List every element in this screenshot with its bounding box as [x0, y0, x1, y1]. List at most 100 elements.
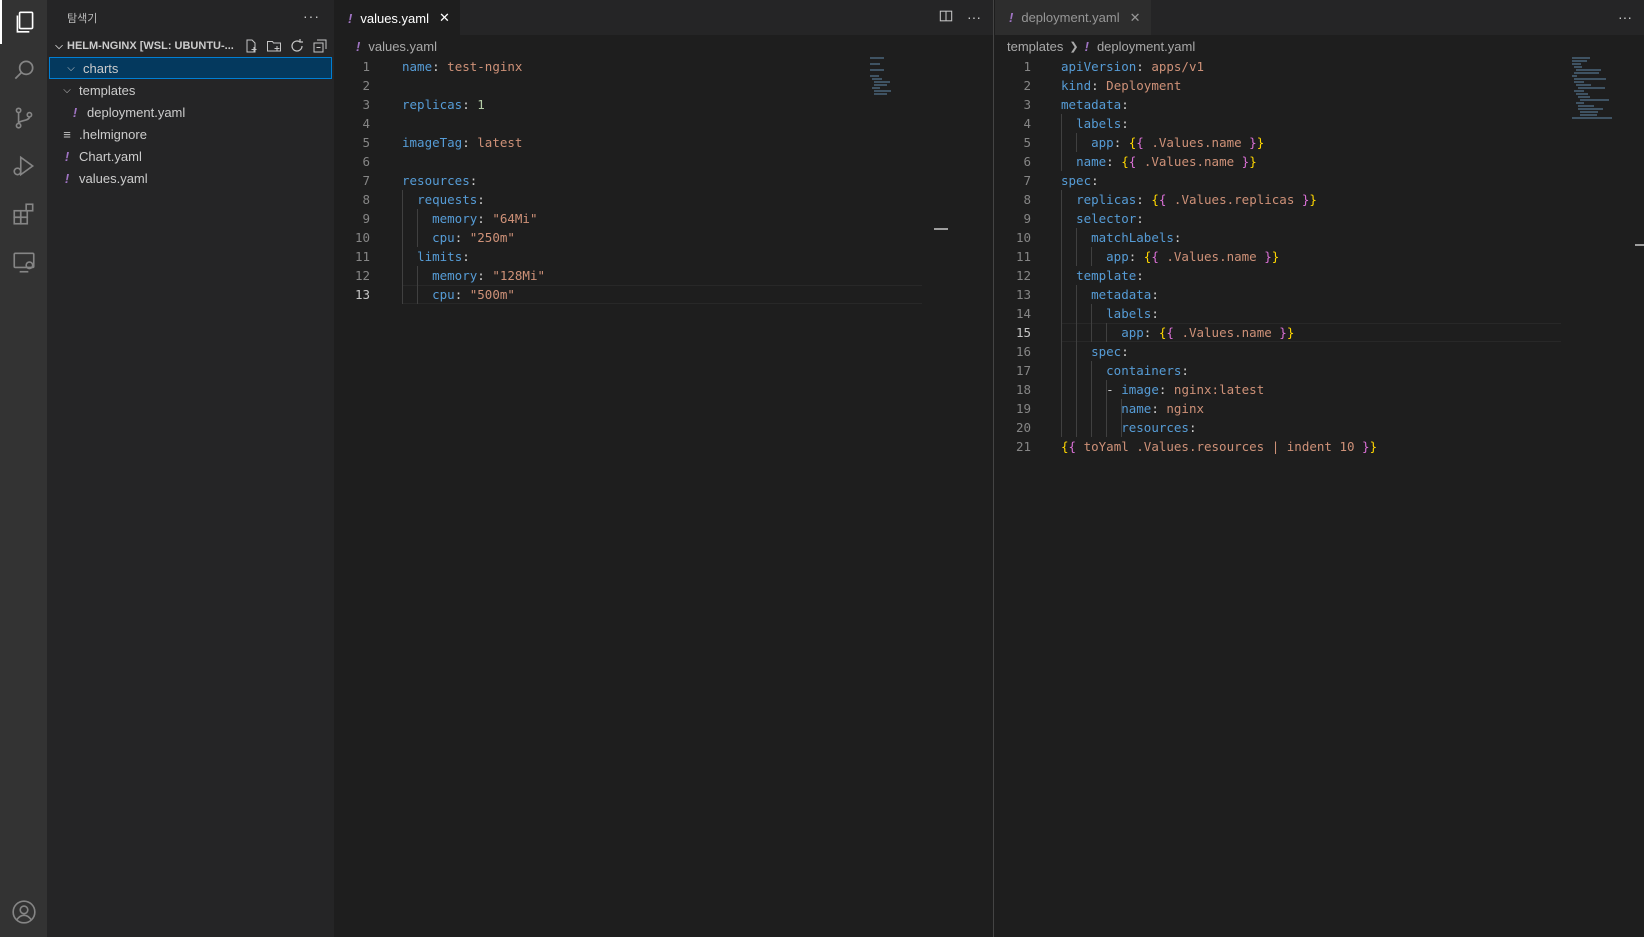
- editor-actions-left: ···: [939, 9, 981, 26]
- source-control-icon[interactable]: [0, 96, 47, 140]
- line-number: 1: [1023, 59, 1031, 74]
- tree-item[interactable]: ⌵ charts: [49, 57, 332, 79]
- close-icon[interactable]: ✕: [439, 10, 450, 26]
- scrollbar-left[interactable]: [934, 228, 948, 230]
- code-text: replicas: {{ .Values.replicas }}: [1076, 192, 1317, 207]
- more-actions-icon[interactable]: ···: [1618, 9, 1632, 25]
- tree-item[interactable]: ⌵ templates: [47, 79, 334, 101]
- indent-guide: [1121, 399, 1122, 437]
- minimap-right[interactable]: [1572, 57, 1616, 120]
- code-line: 9 memory: "64Mi": [334, 209, 993, 228]
- workspace-section-header[interactable]: ⌵ HELM-NGINX [WSL: UBUNTU-...: [47, 35, 334, 57]
- code-line: 11 app: {{ .Values.name }}: [995, 247, 1644, 266]
- close-icon[interactable]: ✕: [1130, 10, 1141, 26]
- line-number: 10: [354, 230, 370, 245]
- minimap-line: [1573, 72, 1599, 74]
- editor-group-right: ! deployment.yaml ✕ ··· templates ❯ ! de…: [995, 0, 1644, 937]
- editor-actions-right: ···: [1618, 9, 1632, 25]
- line-number: 5: [1023, 135, 1031, 150]
- code-editor-left[interactable]: 1 name: test-nginx 2 3 replicas: 1 4 5 imageTag…: [334, 57, 993, 304]
- minimap-line: [1575, 93, 1589, 95]
- minimap-line: [1577, 87, 1606, 89]
- indent-guide: [1076, 133, 1077, 152]
- tree-item[interactable]: ≡ .helmignore: [47, 123, 334, 145]
- workspace-title: HELM-NGINX [WSL: UBUNTU-...: [67, 40, 234, 52]
- explorer-title: 탐색기: [67, 12, 98, 25]
- refresh-icon[interactable]: [288, 37, 305, 54]
- section-actions: [242, 37, 328, 54]
- tree-item[interactable]: ! deployment.yaml: [47, 101, 334, 123]
- code-line: 6 name: {{ .Values.name }}: [995, 152, 1644, 171]
- tab-bar-right: ! deployment.yaml ✕ ···: [995, 0, 1644, 35]
- line-number: 11: [354, 249, 370, 264]
- search-icon[interactable]: [0, 48, 47, 92]
- indent-guide: [417, 209, 418, 247]
- scrollbar-right[interactable]: [1635, 244, 1644, 246]
- code-editor-right[interactable]: 1 apiVersion: apps/v1 2 kind: Deployment 3 me…: [995, 57, 1644, 456]
- line-number: 16: [1015, 344, 1031, 359]
- line-number: 19: [1015, 401, 1031, 416]
- indent-guide: [417, 266, 418, 304]
- explorer-icon[interactable]: [0, 0, 47, 44]
- yaml-file-icon: !: [356, 38, 361, 54]
- indent-guide: [1091, 361, 1092, 437]
- code-line: 14 labels:: [995, 304, 1644, 323]
- line-number: 14: [1015, 306, 1031, 321]
- tree-item[interactable]: ! Chart.yaml: [47, 145, 334, 167]
- extensions-icon[interactable]: [0, 192, 47, 236]
- tree-item[interactable]: ! values.yaml: [47, 167, 334, 189]
- breadcrumb-file[interactable]: deployment.yaml: [1097, 39, 1195, 54]
- indent-guide: [1106, 323, 1107, 342]
- tree-item-label: charts: [83, 60, 119, 76]
- more-actions-icon[interactable]: ···: [967, 9, 981, 26]
- account-icon[interactable]: [0, 890, 47, 934]
- code-line: 6: [334, 152, 993, 171]
- breadcrumb-file[interactable]: values.yaml: [368, 39, 437, 54]
- code-text: name: {{ .Values.name }}: [1076, 154, 1257, 169]
- line-number: 8: [1023, 192, 1031, 207]
- tab-label: values.yaml: [360, 10, 429, 26]
- yaml-file-icon: !: [72, 104, 78, 120]
- breadcrumb-left: ! values.yaml: [334, 35, 993, 57]
- indent-guide: [1061, 114, 1062, 171]
- chevron-down-icon: ⌵: [67, 62, 75, 74]
- code-text: apiVersion: apps/v1: [1061, 59, 1205, 74]
- code-line: 15 app: {{ .Values.name }}: [995, 323, 1644, 342]
- code-line: 19 name: nginx: [995, 399, 1644, 418]
- new-file-icon[interactable]: [242, 37, 259, 54]
- minimap-line: [1575, 69, 1602, 71]
- breadcrumb-folder[interactable]: templates: [1007, 39, 1063, 54]
- code-text: template:: [1076, 268, 1144, 283]
- code-text: resources:: [402, 173, 478, 188]
- tab-values-yaml[interactable]: ! values.yaml ✕: [334, 0, 460, 35]
- code-line: 8 replicas: {{ .Values.replicas }}: [995, 190, 1644, 209]
- line-number: 21: [1015, 439, 1031, 454]
- remote-explorer-icon[interactable]: [0, 240, 47, 284]
- code-line: 21 {{ toYaml .Values.resources | indent 1…: [995, 437, 1644, 456]
- code-text: imageTag: latest: [402, 135, 523, 150]
- tab-label: deployment.yaml: [1021, 10, 1120, 25]
- tree-item-label: templates: [79, 82, 136, 98]
- code-text: app: {{ .Values.name }}: [1106, 249, 1280, 264]
- run-debug-icon[interactable]: [0, 144, 47, 188]
- indent-guide: [402, 190, 403, 304]
- collapse-all-icon[interactable]: [311, 37, 328, 54]
- code-line: 16 spec:: [995, 342, 1644, 361]
- split-editor-icon[interactable]: [939, 9, 953, 26]
- minimap-line: [1572, 75, 1577, 77]
- indent-guide: [1076, 285, 1077, 437]
- code-text: selector:: [1076, 211, 1144, 226]
- code-line: 3 replicas: 1: [334, 95, 993, 114]
- line-number: 4: [362, 116, 370, 131]
- code-text: app: {{ .Values.name }}: [1091, 135, 1265, 150]
- new-folder-icon[interactable]: [265, 37, 282, 54]
- code-text: name: nginx: [1121, 401, 1205, 416]
- minimap-left[interactable]: [870, 57, 891, 96]
- breadcrumb-right: templates ❯ ! deployment.yaml: [995, 35, 1644, 57]
- line-number: 1: [362, 59, 370, 74]
- tab-deployment-yaml[interactable]: ! deployment.yaml ✕: [995, 0, 1151, 35]
- line-number: 10: [1015, 230, 1031, 245]
- explorer-more-button[interactable]: ···: [303, 8, 320, 24]
- tree-item-label: Chart.yaml: [79, 148, 142, 164]
- line-number: 11: [1015, 249, 1031, 264]
